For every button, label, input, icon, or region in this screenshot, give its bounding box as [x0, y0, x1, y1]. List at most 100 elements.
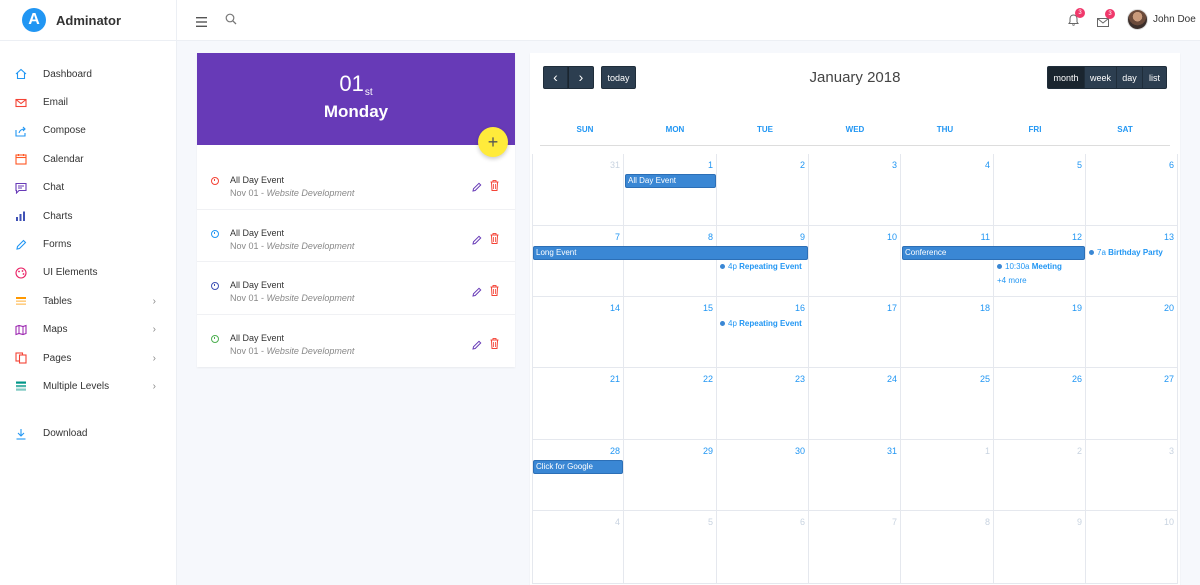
day-number[interactable]: 27: [1164, 374, 1174, 384]
day-cell[interactable]: 5: [624, 511, 717, 584]
edit-icon[interactable]: [472, 337, 482, 355]
sidebar-item-tables[interactable]: Tables ›: [0, 287, 176, 315]
day-number[interactable]: 3: [1169, 446, 1174, 456]
day-number[interactable]: 9: [800, 232, 805, 242]
day-cell[interactable]: 23: [717, 368, 809, 440]
day-cell[interactable]: 14: [532, 297, 624, 368]
day-number[interactable]: 6: [1169, 160, 1174, 170]
sidebar-item-pages[interactable]: Pages ›: [0, 344, 176, 372]
day-number[interactable]: 26: [1072, 374, 1082, 384]
day-number[interactable]: 23: [795, 374, 805, 384]
more-events-link[interactable]: +4 more: [997, 276, 1027, 285]
day-number[interactable]: 28: [610, 446, 620, 456]
day-cell[interactable]: 31: [532, 154, 624, 226]
day-number[interactable]: 16: [795, 303, 805, 313]
day-cell[interactable]: 6: [1086, 154, 1178, 226]
day-cell[interactable]: 11: [901, 226, 994, 297]
notifications-icon[interactable]: 3: [1068, 8, 1085, 31]
day-number[interactable]: 3: [892, 160, 897, 170]
delete-icon[interactable]: [490, 336, 499, 354]
sidebar-item-charts[interactable]: Charts: [0, 202, 176, 230]
day-number[interactable]: 8: [708, 232, 713, 242]
day-cell[interactable]: 9: [994, 511, 1086, 584]
day-cell[interactable]: 22: [624, 368, 717, 440]
day-number[interactable]: 17: [887, 303, 897, 313]
day-cell[interactable]: 28: [532, 440, 624, 511]
calendar-event-bar[interactable]: Conference: [902, 246, 1085, 260]
day-cell[interactable]: 7: [809, 511, 901, 584]
sidebar-item-compose[interactable]: Compose: [0, 117, 176, 145]
brand[interactable]: A Adminator: [0, 0, 176, 41]
day-cell[interactable]: 16: [717, 297, 809, 368]
day-cell[interactable]: 7: [532, 226, 624, 297]
day-number[interactable]: 29: [703, 446, 713, 456]
calendar-event-bar[interactable]: All Day Event: [625, 174, 716, 188]
day-cell[interactable]: 1: [901, 440, 994, 511]
delete-icon[interactable]: [490, 283, 499, 301]
sidebar-item-multiple-levels[interactable]: Multiple Levels ›: [0, 372, 176, 400]
day-number[interactable]: 10: [1164, 517, 1174, 527]
day-cell[interactable]: 3: [1086, 440, 1178, 511]
day-number[interactable]: 24: [887, 374, 897, 384]
day-cell[interactable]: 10: [809, 226, 901, 297]
day-number[interactable]: 13: [1164, 232, 1174, 242]
search-icon[interactable]: [225, 12, 237, 30]
edit-icon[interactable]: [472, 179, 482, 197]
day-cell[interactable]: 26: [994, 368, 1086, 440]
calendar-event-item[interactable]: 4p Repeating Event: [720, 319, 802, 328]
event-item[interactable]: All Day Event Nov 01 - Website Developmen…: [197, 315, 515, 368]
day-number[interactable]: 31: [887, 446, 897, 456]
day-number[interactable]: 2: [800, 160, 805, 170]
day-number[interactable]: 4: [985, 160, 990, 170]
day-cell[interactable]: 4: [901, 154, 994, 226]
day-cell[interactable]: 5: [994, 154, 1086, 226]
day-number[interactable]: 31: [610, 160, 620, 170]
day-number[interactable]: 18: [980, 303, 990, 313]
day-cell[interactable]: 20: [1086, 297, 1178, 368]
day-number[interactable]: 6: [800, 517, 805, 527]
day-cell[interactable]: 18: [901, 297, 994, 368]
day-cell[interactable]: 8: [901, 511, 994, 584]
day-number[interactable]: 2: [1077, 446, 1082, 456]
day-number[interactable]: 22: [703, 374, 713, 384]
day-cell[interactable]: 27: [1086, 368, 1178, 440]
day-cell[interactable]: 10: [1086, 511, 1178, 584]
day-cell[interactable]: 3: [809, 154, 901, 226]
event-item[interactable]: All Day Event Nov 01 - Website Developmen…: [197, 262, 515, 315]
day-cell[interactable]: 2: [717, 154, 809, 226]
day-number[interactable]: 21: [610, 374, 620, 384]
view-week-button[interactable]: week: [1085, 66, 1117, 89]
day-number[interactable]: 12: [1072, 232, 1082, 242]
edit-icon[interactable]: [472, 232, 482, 250]
event-item[interactable]: All Day Event Nov 01 - Website Developmen…: [197, 157, 515, 210]
sidebar-item-dashboard[interactable]: Dashboard: [0, 60, 176, 88]
sidebar-item-chat[interactable]: Chat: [0, 174, 176, 202]
day-number[interactable]: 1: [708, 160, 713, 170]
day-cell[interactable]: 21: [532, 368, 624, 440]
calendar-event-bar[interactable]: Click for Google: [533, 460, 623, 474]
day-number[interactable]: 5: [1077, 160, 1082, 170]
day-cell[interactable]: 17: [809, 297, 901, 368]
day-cell[interactable]: 25: [901, 368, 994, 440]
view-day-button[interactable]: day: [1117, 66, 1143, 89]
day-cell[interactable]: 15: [624, 297, 717, 368]
day-number[interactable]: 20: [1164, 303, 1174, 313]
sidebar-item-maps[interactable]: Maps ›: [0, 316, 176, 344]
day-cell[interactable]: 4: [532, 511, 624, 584]
day-cell[interactable]: 30: [717, 440, 809, 511]
event-item[interactable]: All Day Event Nov 01 - Website Developmen…: [197, 210, 515, 262]
day-number[interactable]: 9: [1077, 517, 1082, 527]
add-event-button[interactable]: +: [478, 127, 508, 157]
delete-icon[interactable]: [490, 178, 499, 196]
day-number[interactable]: 30: [795, 446, 805, 456]
day-cell[interactable]: 6: [717, 511, 809, 584]
view-month-button[interactable]: month: [1047, 66, 1085, 89]
sidebar-item-forms[interactable]: Forms: [0, 230, 176, 258]
day-cell[interactable]: 1: [624, 154, 717, 226]
edit-icon[interactable]: [472, 284, 482, 302]
day-number[interactable]: 10: [887, 232, 897, 242]
calendar-event-item[interactable]: 7a Birthday Party: [1089, 248, 1163, 257]
day-number[interactable]: 11: [981, 232, 990, 242]
day-number[interactable]: 15: [703, 303, 713, 313]
sidebar-item-ui-elements[interactable]: UI Elements: [0, 259, 176, 287]
